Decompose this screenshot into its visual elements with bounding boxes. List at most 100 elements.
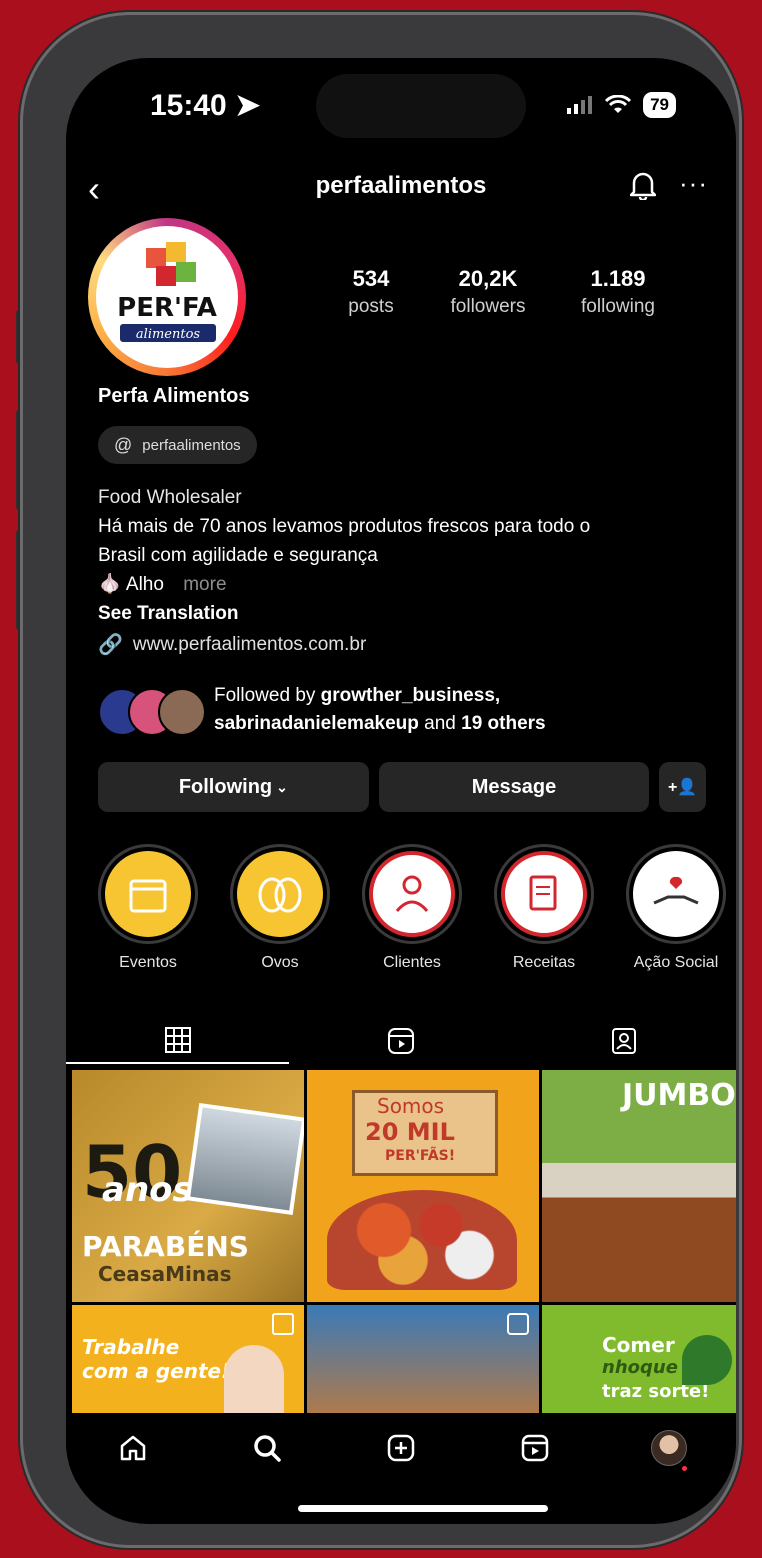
stat-following-label: following: [581, 296, 655, 317]
eggs-icon: [237, 851, 323, 937]
threads-badge[interactable]: @ perfaalimentos: [98, 426, 257, 464]
link-icon: 🔗: [98, 634, 123, 656]
stat-following-value: 1.189: [590, 266, 646, 291]
tab-reels[interactable]: [289, 1018, 512, 1064]
tab-posts-grid[interactable]: [66, 1018, 290, 1064]
reel-icon: [507, 1313, 529, 1335]
produce-pile: [327, 1190, 517, 1290]
highlight-eventos[interactable]: Eventos: [98, 844, 198, 972]
post-text: PARABÉNS: [82, 1230, 249, 1263]
home-indicator: [298, 1505, 548, 1512]
highlight-clientes[interactable]: Clientes: [362, 844, 462, 972]
post-thumbnail[interactable]: Somos 20 MIL PER'FÃS!: [307, 1070, 539, 1302]
followed-others[interactable]: 19 others: [461, 713, 545, 734]
grid-icon: [164, 1027, 191, 1053]
threads-icon: @: [114, 434, 133, 455]
post-thumbnail[interactable]: 50 anos PARABÉNS CeasaMinas: [72, 1070, 304, 1302]
followed-and: and: [424, 713, 456, 734]
bio: Food Wholesaler Há mais de 70 anos levam…: [98, 483, 728, 628]
multi-post-icon: [272, 1313, 294, 1335]
bio-category: Food Wholesaler: [98, 487, 242, 508]
post-photo: [185, 1102, 304, 1216]
reels-icon: [387, 1028, 414, 1054]
nav-search[interactable]: [237, 1418, 297, 1478]
stat-posts-value: 534: [352, 266, 390, 291]
see-translation-link[interactable]: See Translation: [98, 599, 728, 628]
follower-avatar: [158, 688, 206, 736]
wifi-icon: [605, 95, 632, 113]
stat-posts-label: posts: [348, 296, 394, 317]
followed-by-text: Followed by growther_business, sabrinada…: [214, 682, 694, 738]
tab-tagged[interactable]: [513, 1018, 736, 1064]
following-button[interactable]: Following ⌄: [98, 762, 369, 812]
display-name: Perfa Alimentos: [98, 385, 250, 407]
avatar-brand-text: PER'FA: [117, 293, 217, 323]
bell-icon[interactable]: [629, 170, 657, 205]
post-thumbnail[interactable]: Comer nhoque traz sorte!: [542, 1305, 736, 1415]
followed-user-2[interactable]: sabrinadanielemakeup: [214, 713, 419, 734]
post-text: anos: [102, 1170, 193, 1210]
nav-reels[interactable]: [505, 1418, 565, 1478]
search-icon: [254, 1435, 281, 1462]
reels-icon: [521, 1434, 549, 1462]
post-thumbnail[interactable]: [307, 1305, 539, 1415]
person-heart-icon: [369, 851, 455, 937]
home-icon: [120, 1435, 146, 1461]
garlic-icon: 🧄: [98, 574, 122, 595]
website-link[interactable]: 🔗 www.perfaalimentos.com.br: [98, 632, 366, 657]
profile-stats: 534 posts 20,2K followers 1.189 followin…: [336, 266, 666, 318]
post-text: Trabalhe: [82, 1335, 180, 1359]
website-text: www.perfaalimentos.com.br: [132, 633, 367, 655]
following-label: Following: [178, 775, 273, 798]
highlight-acao-social[interactable]: Ação Social: [626, 844, 726, 972]
post-text: JUMBO: [622, 1078, 736, 1113]
avatar-story-ring[interactable]: PER'FA alimentos: [88, 218, 246, 376]
message-button[interactable]: Message: [378, 762, 650, 812]
nav-profile[interactable]: [639, 1418, 699, 1478]
followed-prefix: Followed by: [214, 685, 316, 706]
stat-posts[interactable]: 534 posts: [336, 266, 406, 318]
post-text: Comer: [602, 1333, 675, 1357]
clover-icon: [682, 1335, 732, 1385]
post-thumbnail[interactable]: JUMBO: [542, 1070, 736, 1302]
highlight-receitas[interactable]: Receitas: [494, 844, 594, 972]
bio-line-2: Brasil com agilidade e segurança: [98, 545, 378, 566]
bio-line-3: 🧄 Alho more: [98, 570, 728, 599]
status-icons: 79: [567, 92, 676, 118]
avatar-sub-text: alimentos: [136, 327, 201, 342]
nav-create[interactable]: [371, 1418, 431, 1478]
story-highlights: Eventos Ovos Clientes Receitas Ação Soci…: [98, 844, 726, 972]
threads-handle: perfaalimentos: [142, 436, 241, 454]
post-text: com a gente!: [82, 1359, 231, 1383]
post-text: Somos: [377, 1094, 445, 1118]
followed-by-avatars: [98, 688, 208, 738]
posts-grid: 50 anos PARABÉNS CeasaMinas Somos 20 MIL…: [72, 1070, 736, 1415]
profile-actions: Following ⌄ Message +👤: [98, 762, 707, 812]
chevron-down-icon: ⌄: [276, 778, 288, 795]
add-person-icon: +👤: [668, 779, 698, 796]
avatar: PER'FA alimentos: [96, 226, 238, 368]
screen: 15:40 ➤ 79 ‹ perfaalimentos ··· PER'FA a…: [66, 58, 736, 1524]
highlight-label: Clientes: [383, 954, 441, 971]
highlight-ovos[interactable]: Ovos: [230, 844, 330, 972]
profile-tabs: [66, 1018, 736, 1064]
highlight-ring: [626, 844, 726, 944]
add-user-button[interactable]: +👤: [659, 762, 707, 812]
post-text: CeasaMinas: [98, 1262, 232, 1286]
highlight-ring: [362, 844, 462, 944]
bio-more-link[interactable]: more: [183, 574, 226, 595]
post-thumbnail[interactable]: Trabalhe com a gente!: [72, 1305, 304, 1415]
highlight-label: Eventos: [119, 954, 177, 971]
nav-home[interactable]: [103, 1418, 163, 1478]
bottom-navigation: [66, 1413, 736, 1483]
post-person: [224, 1345, 284, 1415]
followed-user-1[interactable]: growther_business,: [321, 685, 501, 706]
stat-followers[interactable]: 20,2K followers: [440, 266, 536, 318]
profile-avatar-icon: [651, 1430, 687, 1466]
highlight-label: Ação Social: [633, 954, 719, 971]
calendar-icon: [105, 851, 191, 937]
post-text: nhoque: [602, 1357, 678, 1378]
post-text: PER'FÃS!: [385, 1148, 456, 1164]
more-options-icon[interactable]: ···: [679, 168, 708, 199]
stat-following[interactable]: 1.189 following: [570, 266, 666, 318]
